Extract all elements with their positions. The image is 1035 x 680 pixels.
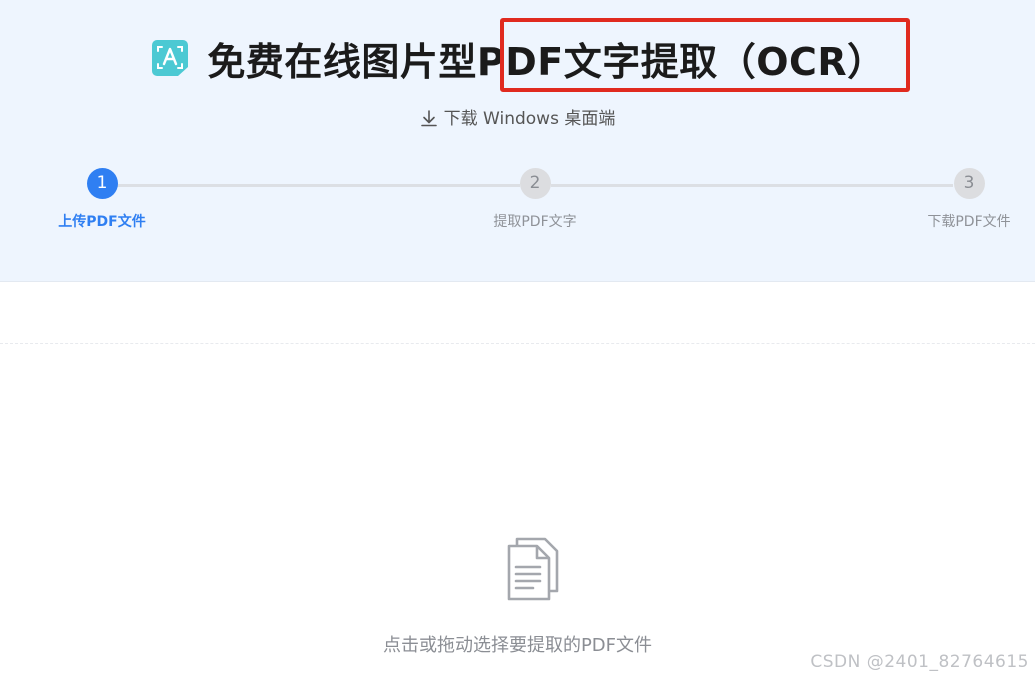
step-label: 提取PDF文字 — [493, 214, 577, 230]
documents-icon — [507, 537, 559, 601]
step-label: 上传PDF文件 — [58, 214, 146, 230]
page-title: 免费在线图片型PDF文字提取（OCR） — [207, 39, 886, 84]
step-number: 3 — [953, 168, 985, 199]
download-desktop-link[interactable]: 下载 Windows 桌面端 — [0, 104, 1035, 129]
download-desktop-label: 下载 Windows 桌面端 — [443, 109, 616, 129]
title-row: 免费在线图片型PDF文字提取（OCR） — [0, 30, 1035, 86]
step-extract: 2 提取PDF文字 — [465, 168, 605, 231]
step-number: 2 — [519, 168, 551, 199]
ocr-scan-icon — [152, 40, 189, 76]
upload-drop-zone[interactable]: 点击或拖动选择要提取的PDF文件 — [0, 343, 1035, 680]
step-number: 1 — [86, 168, 118, 199]
download-arrow-icon — [420, 110, 437, 127]
watermark: CSDN @2401_82764615 — [810, 652, 1029, 672]
header: 免费在线图片型PDF文字提取（OCR） 下载 Windows 桌面端 1 上传P… — [0, 0, 1035, 282]
step-label: 下载PDF文件 — [927, 214, 1011, 230]
step-connector — [551, 184, 953, 187]
step-upload: 1 上传PDF文件 — [32, 168, 172, 231]
progress-steps: 1 上传PDF文件 2 提取PDF文字 3 下载PDF文件 — [0, 168, 1035, 238]
step-download: 3 下载PDF文件 — [899, 168, 1035, 231]
